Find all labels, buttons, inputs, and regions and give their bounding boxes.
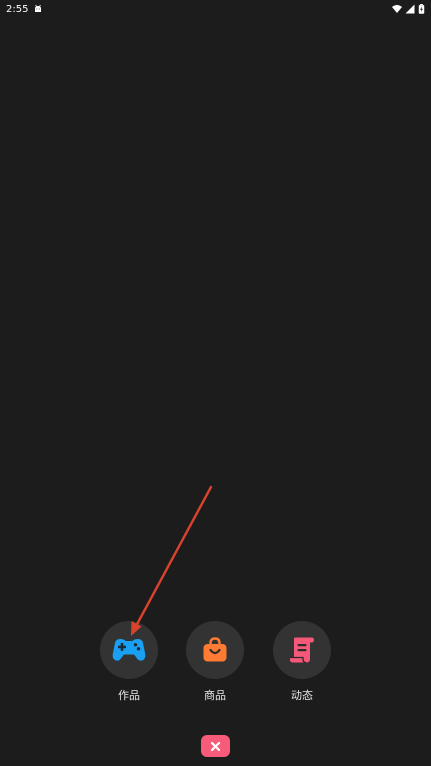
close-icon: [210, 741, 221, 751]
status-right: [392, 4, 425, 14]
goods-button[interactable]: 商品: [186, 621, 244, 703]
goods-circle[interactable]: [186, 621, 244, 679]
screen: 2:55 作品 商品 动态: [0, 0, 431, 766]
status-left: 2:55: [6, 4, 43, 15]
works-label: 作品: [118, 689, 140, 702]
status-bar: 2:55: [0, 0, 431, 18]
posts-button[interactable]: 动态: [273, 621, 331, 703]
battery-charging-icon: [418, 4, 425, 14]
wifi-icon: [392, 4, 402, 14]
close-button[interactable]: [201, 735, 230, 757]
goods-label: 商品: [204, 689, 226, 702]
status-time: 2:55: [6, 3, 29, 15]
scroll-icon: [290, 637, 314, 664]
publish-menu: 作品 商品 动态: [0, 621, 431, 711]
works-circle[interactable]: [100, 621, 158, 679]
shopping-bag-icon: [203, 637, 227, 662]
android-icon: [33, 4, 43, 14]
gamepad-icon: [112, 639, 146, 661]
posts-circle[interactable]: [273, 621, 331, 679]
posts-label: 动态: [291, 689, 313, 702]
signal-icon: [405, 4, 415, 14]
works-button[interactable]: 作品: [100, 621, 158, 703]
